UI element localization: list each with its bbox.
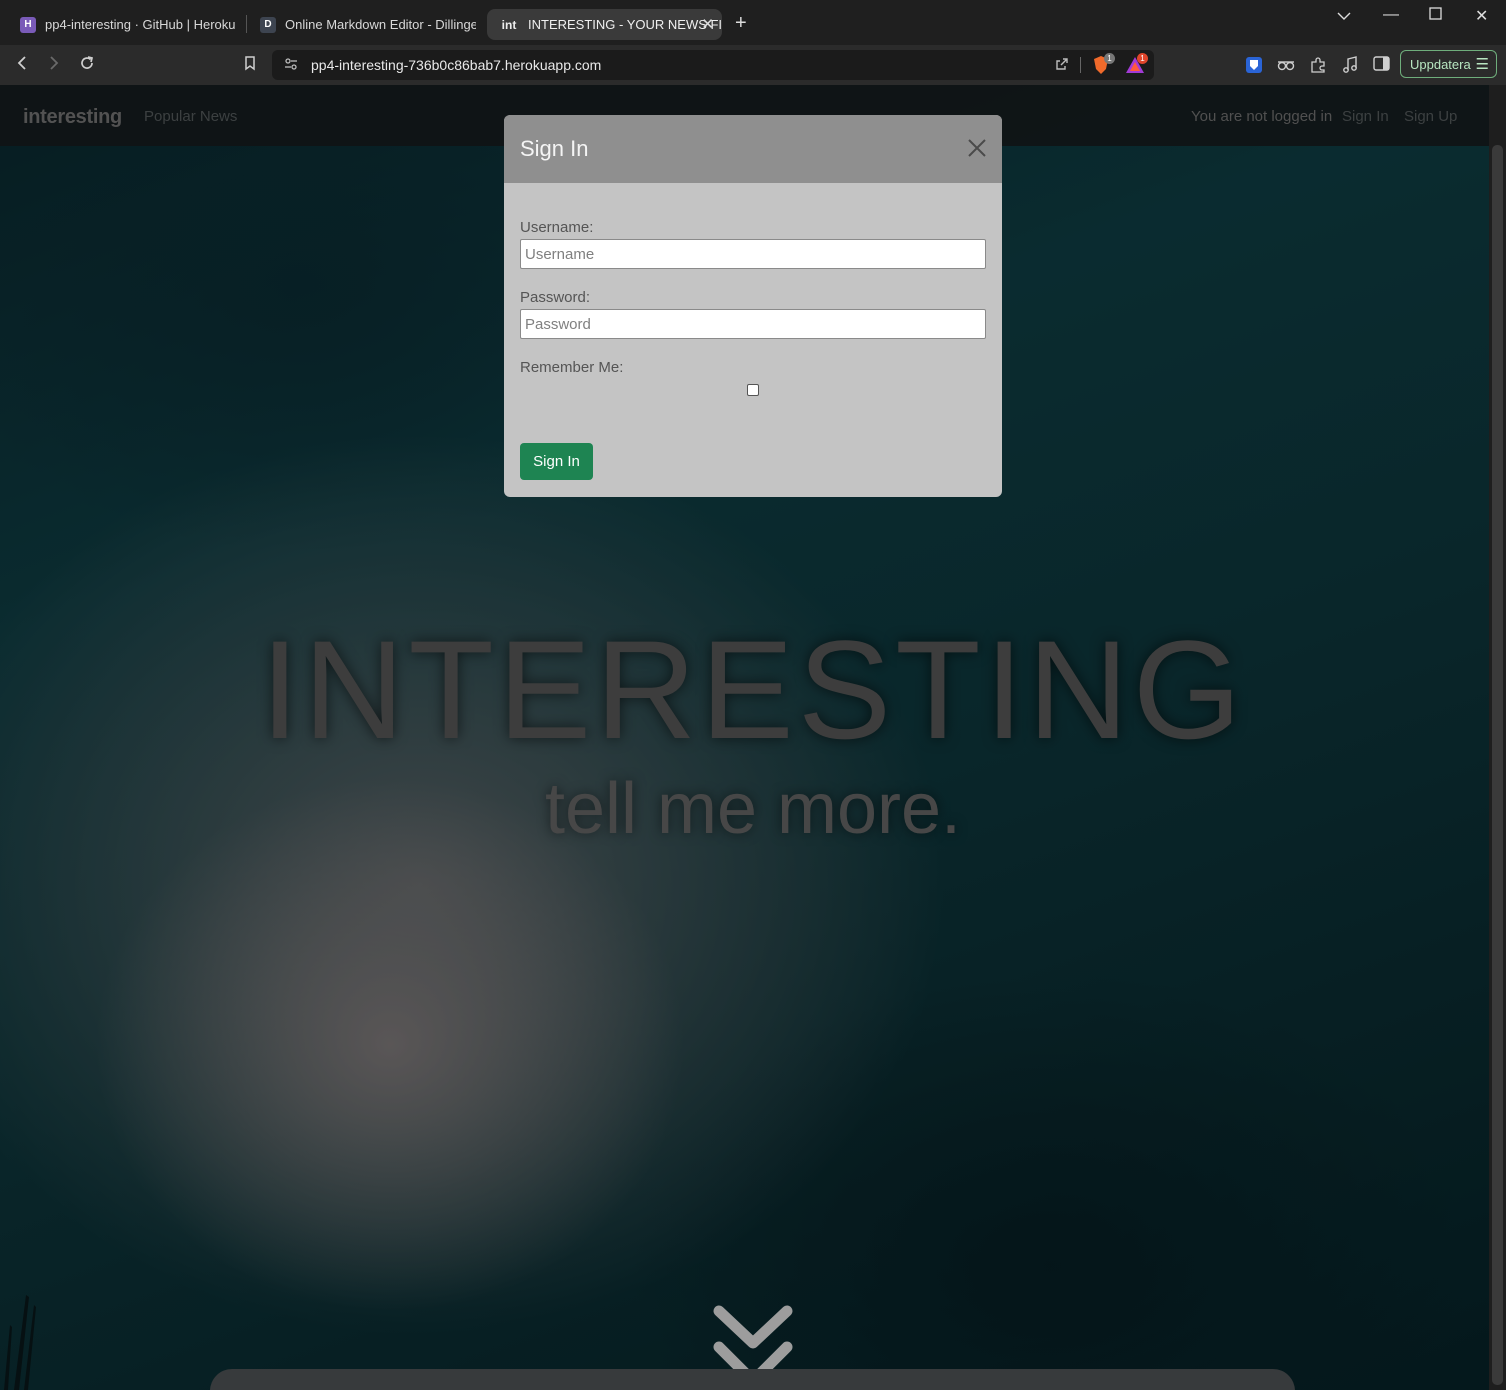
- browser-toolbar: pp4-interesting-736b0c86bab7.herokuapp.c…: [0, 45, 1506, 85]
- share-icon[interactable]: [1054, 56, 1070, 75]
- page-scrollbar[interactable]: [1489, 85, 1506, 1390]
- spy-extension-icon[interactable]: [1277, 58, 1295, 75]
- modal-title: Sign In: [520, 136, 589, 161]
- browser-tab-dillinger[interactable]: D Online Markdown Editor - Dillinger,: [248, 9, 476, 40]
- shields-count-badge: 1: [1104, 53, 1115, 64]
- forward-icon[interactable]: [48, 55, 60, 76]
- interesting-favicon-icon: int: [501, 17, 517, 32]
- tab-title: INTERESTING - YOUR NEWS FIX: [528, 17, 722, 32]
- url-text: pp4-interesting-736b0c86bab7.herokuapp.c…: [311, 57, 602, 73]
- close-icon[interactable]: [966, 137, 988, 159]
- bookmark-icon[interactable]: [243, 55, 257, 76]
- username-input[interactable]: [520, 239, 986, 269]
- password-label: Password:: [520, 289, 591, 306]
- back-icon[interactable]: [16, 55, 28, 76]
- browser-tab-bar: H pp4-interesting · GitHub | Heroku D On…: [0, 0, 1506, 45]
- minimize-window-icon[interactable]: —: [1383, 6, 1399, 24]
- maximize-window-icon[interactable]: [1429, 7, 1442, 25]
- username-label: Username:: [520, 219, 594, 236]
- url-divider: [1080, 57, 1081, 73]
- address-bar[interactable]: pp4-interesting-736b0c86bab7.herokuapp.c…: [272, 50, 1154, 80]
- new-tab-icon[interactable]: +: [735, 12, 747, 35]
- rewards-count-badge: 1: [1137, 53, 1148, 64]
- bitwarden-extension-icon[interactable]: [1245, 56, 1263, 77]
- browser-tab-heroku[interactable]: H pp4-interesting · GitHub | Heroku: [8, 9, 236, 40]
- remember-me-label: Remember Me:: [520, 359, 624, 376]
- media-music-icon[interactable]: [1341, 56, 1359, 77]
- dillinger-favicon-icon: D: [260, 16, 276, 33]
- menu-icon[interactable]: ☰: [1476, 55, 1489, 73]
- reload-icon[interactable]: [79, 55, 95, 76]
- password-input[interactable]: [520, 309, 986, 339]
- tab-search-chevron-icon[interactable]: [1337, 8, 1351, 26]
- sign-in-modal: Sign In Username: Password: Remember Me:…: [504, 115, 1002, 497]
- scrollbar-thumb[interactable]: [1492, 145, 1503, 1385]
- update-browser-button[interactable]: Uppdatera ☰: [1400, 50, 1497, 78]
- close-tab-icon[interactable]: ✕: [701, 15, 714, 33]
- tab-title: Online Markdown Editor - Dillinger,: [285, 17, 476, 32]
- browser-tab-interesting[interactable]: int INTERESTING - YOUR NEWS FIX ✕: [487, 9, 722, 40]
- close-window-icon[interactable]: ✕: [1475, 6, 1488, 26]
- extensions-puzzle-icon[interactable]: [1309, 56, 1327, 77]
- heroku-favicon-icon: H: [20, 16, 36, 33]
- sidebar-toggle-icon[interactable]: [1373, 56, 1391, 75]
- remember-me-checkbox[interactable]: [747, 384, 759, 396]
- site-settings-icon[interactable]: [283, 56, 299, 75]
- update-label: Uppdatera: [1410, 57, 1471, 72]
- tab-divider: [246, 15, 247, 33]
- tab-title: pp4-interesting · GitHub | Heroku: [45, 17, 236, 32]
- modal-header: Sign In: [504, 115, 1002, 183]
- sign-in-submit-button[interactable]: Sign In: [520, 443, 593, 480]
- page-viewport: interesting Popular News You are not log…: [0, 85, 1489, 1390]
